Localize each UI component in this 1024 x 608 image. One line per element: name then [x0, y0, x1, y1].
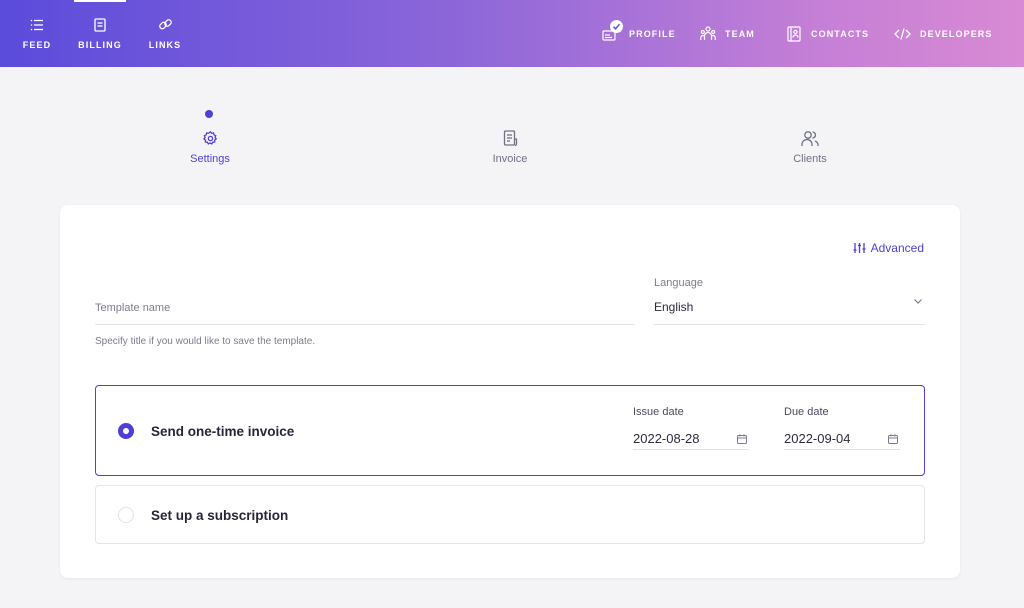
language-label: Language: [654, 277, 703, 289]
primary-nav: FEED BILLING LINKS: [0, 0, 204, 67]
chevron-down-icon: [914, 299, 922, 304]
nav-developers-label: DEVELOPERS: [920, 28, 993, 39]
advanced-button[interactable]: Advanced: [853, 241, 924, 255]
option-subscription[interactable]: Set up a subscription: [95, 485, 925, 544]
issue-date-value: 2022-08-28: [633, 431, 700, 446]
gear-icon: [202, 130, 217, 145]
radio-subscription[interactable]: [118, 507, 134, 523]
language-value: English: [654, 300, 694, 314]
team-icon: [700, 26, 716, 40]
calendar-icon[interactable]: [737, 434, 747, 444]
active-step-indicator: [205, 110, 213, 118]
due-date-value: 2022-09-04: [784, 431, 851, 446]
calendar-icon[interactable]: [888, 434, 898, 444]
code-icon: [894, 27, 911, 40]
template-name-helper: Specify title if you would like to save …: [95, 336, 316, 347]
contacts-book-icon: [787, 25, 801, 42]
nav-team-label: TEAM: [725, 28, 755, 39]
settings-card: Advanced Specify title if you would like…: [60, 205, 960, 578]
nav-links-label: LINKS: [148, 40, 182, 50]
advanced-label: Advanced: [870, 241, 924, 255]
nav-contacts-label: CONTACTS: [811, 28, 870, 39]
nav-links[interactable]: LINKS: [126, 0, 204, 67]
nav-billing-label: BILLING: [78, 39, 122, 50]
issue-date-label: Issue date: [633, 406, 684, 418]
top-navigation-bar: FEED BILLING LINKS PROFILE TEAM CONTACTS…: [0, 0, 1024, 67]
template-name-input[interactable]: [95, 291, 635, 324]
subscription-label: Set up a subscription: [151, 508, 289, 523]
link-icon: [158, 19, 172, 30]
document-icon: [94, 17, 106, 32]
nav-feed[interactable]: FEED: [0, 0, 74, 67]
nav-developers[interactable]: DEVELOPERS: [894, 0, 993, 67]
invoice-icon: [503, 130, 517, 147]
list-icon: [30, 19, 43, 30]
language-select[interactable]: Language English: [654, 277, 925, 325]
nav-profile[interactable]: PROFILE: [602, 0, 676, 67]
nav-billing[interactable]: BILLING: [74, 0, 126, 67]
due-date-label: Due date: [784, 406, 829, 418]
sliders-icon: [853, 243, 866, 253]
nav-team[interactable]: TEAM: [700, 0, 755, 67]
step-invoice[interactable]: Invoice: [450, 130, 570, 165]
step-clients[interactable]: Clients: [750, 130, 870, 165]
nav-contacts[interactable]: CONTACTS: [786, 0, 869, 67]
one-time-invoice-label: Send one-time invoice: [151, 424, 295, 439]
users-icon: [801, 131, 819, 146]
nav-feed-label: FEED: [22, 39, 52, 50]
step-settings-label: Settings: [190, 153, 230, 165]
template-name-field[interactable]: [95, 291, 635, 325]
due-date-field[interactable]: Due date 2022-09-04: [784, 406, 900, 450]
issue-date-field[interactable]: Issue date 2022-08-28: [633, 406, 749, 450]
nav-profile-label: PROFILE: [629, 28, 676, 39]
option-one-time-invoice[interactable]: Send one-time invoice Issue date 2022-08…: [95, 385, 925, 476]
step-clients-label: Clients: [793, 153, 827, 165]
radio-one-time-invoice[interactable]: [118, 423, 134, 439]
step-invoice-label: Invoice: [492, 153, 528, 165]
profile-card-icon: [602, 19, 623, 42]
step-settings[interactable]: Settings: [150, 130, 270, 165]
